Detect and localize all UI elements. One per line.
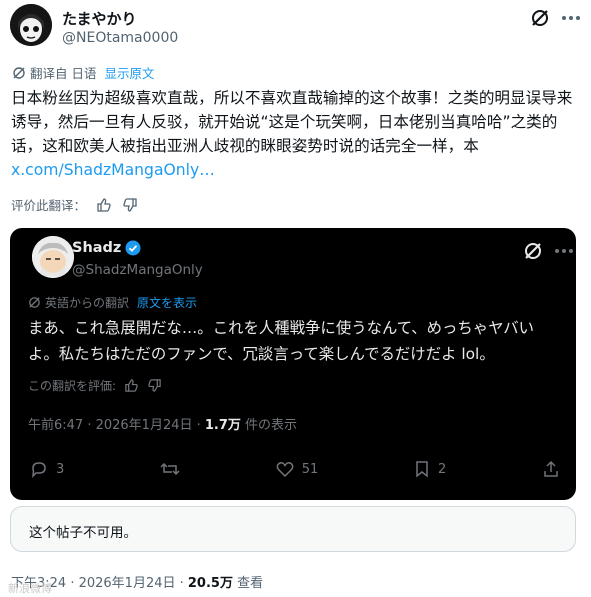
translation-info: 翻译自 日语 显示原文: [12, 63, 155, 82]
author-name[interactable]: たまやかり: [62, 8, 137, 29]
post-views-suffix: 查看: [232, 576, 264, 591]
reply-count: 3: [56, 461, 65, 477]
quote-author-name[interactable]: Shadz: [72, 240, 141, 256]
quote-show-original-link[interactable]: 原文を表示: [137, 294, 197, 311]
quote-thumbs-down-icon[interactable]: [147, 378, 162, 393]
bookmark-count: 2: [437, 461, 447, 477]
like-button[interactable]: 51: [276, 461, 319, 478]
verified-badge-icon: [125, 240, 141, 256]
share-button[interactable]: [542, 460, 560, 478]
rate-translation: 评价此翻译：: [11, 195, 138, 214]
quote-author-name-text[interactable]: Shadz: [72, 240, 121, 256]
quote-more-options-icon[interactable]: [554, 248, 574, 254]
quote-views-suffix: 件の表示: [240, 418, 298, 433]
bookmark-icon: [416, 461, 428, 478]
quote-rate-translation: この翻訳を評価:: [28, 377, 162, 394]
author-handle[interactable]: @NEOtama0000: [62, 30, 178, 46]
quote-author-handle[interactable]: @ShadzMangaOnly: [72, 262, 203, 278]
quote-grok-icon[interactable]: [522, 240, 544, 262]
heart-icon: [276, 461, 294, 477]
reply-icon: [32, 462, 46, 478]
author-avatar[interactable]: [10, 4, 52, 46]
thumbs-down-icon[interactable]: [122, 197, 138, 213]
show-original-link[interactable]: 显示原文: [104, 63, 154, 82]
translate-icon: [12, 66, 26, 80]
unavailable-text: 这个帖子不可用。: [29, 525, 137, 541]
thumbs-up-icon[interactable]: [96, 197, 112, 213]
quote-action-bar: 3 51 2: [30, 460, 560, 478]
post-views-count: 20.5万: [187, 576, 233, 591]
tweet-body: 日本粉丝因为超级喜欢直哉，所以不喜欢直哉输掉的这个故事！之类的明显误导来诱导，然…: [11, 89, 573, 155]
share-icon: [544, 460, 558, 477]
like-count: 51: [301, 461, 319, 477]
quote-thumbs-up-icon[interactable]: [124, 378, 139, 393]
quote-timestamp[interactable]: 午前6:47 · 2026年1月24日 · 1.7万 件の表示: [28, 414, 297, 433]
quote-translate-icon: [28, 296, 41, 309]
repost-button[interactable]: [160, 460, 180, 478]
quote-views-count: 1.7万: [204, 418, 241, 433]
bookmark-button[interactable]: 2: [414, 460, 446, 478]
more-options-icon[interactable]: [560, 14, 582, 22]
quote-avatar[interactable]: [32, 236, 74, 278]
grok-icon[interactable]: [529, 7, 551, 29]
quote-text: まあ、これ急展開だな…。これを人種戦争に使うなんて、めっちゃヤバいよ。私たちはた…: [28, 319, 535, 363]
tweet-text: 日本粉丝因为超级喜欢直哉，所以不喜欢直哉输掉的这个故事！之类的明显误导来诱导，然…: [11, 86, 577, 182]
translation-label: 翻译自 日语: [30, 66, 97, 81]
quoted-post[interactable]: Shadz @ShadzMangaOnly 英語からの翻訳 原文を表示 まあ、こ…: [10, 228, 576, 500]
watermark: 新浪微博: [8, 582, 52, 595]
repost-icon: [160, 462, 180, 476]
quote-rate-label: この翻訳を評価:: [28, 379, 117, 393]
rate-label: 评价此翻译：: [11, 198, 87, 213]
unavailable-post: 这个帖子不可用。: [10, 506, 576, 552]
tweet-link[interactable]: x.com/ShadzMangaOnly…: [11, 161, 215, 179]
reply-button[interactable]: 3: [30, 460, 64, 478]
quote-time[interactable]: 午前6:47 · 2026年1月24日 ·: [28, 418, 205, 433]
quote-translation-info: 英語からの翻訳 原文を表示: [28, 294, 197, 311]
quote-translation-label: 英語からの翻訳: [45, 296, 130, 310]
